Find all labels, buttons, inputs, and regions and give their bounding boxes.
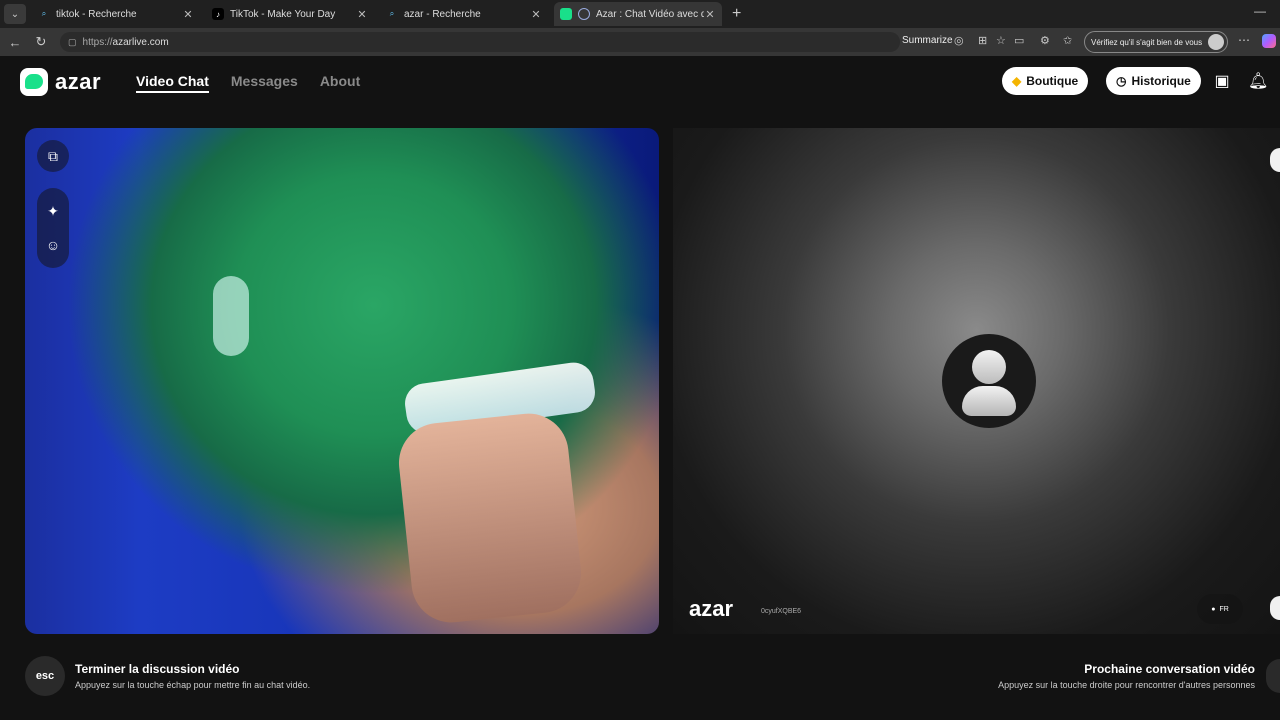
url-protocol: https:// bbox=[82, 36, 113, 48]
tiktok-icon: ♪ bbox=[212, 8, 224, 20]
refresh-icon[interactable]: ↻ bbox=[30, 34, 52, 50]
azar-logo-icon bbox=[20, 68, 48, 96]
avatar-head bbox=[972, 350, 1006, 384]
summarize-button[interactable]: Summarize bbox=[902, 35, 953, 46]
copilot-summarize-icon[interactable]: ◎ bbox=[954, 34, 964, 47]
azar-page: azar Video Chat Messages About ◆ Boutiqu… bbox=[0, 56, 1280, 720]
verify-label: Vérifiez qu'il s'agit bien de vous bbox=[1091, 37, 1203, 47]
inbox-icon[interactable]: ▣ bbox=[1212, 71, 1232, 91]
url-field[interactable]: ▢ https:// azarlive.com bbox=[60, 32, 900, 52]
clock-icon: ◷ bbox=[1116, 74, 1127, 88]
browser-tab[interactable]: ⌕ azar - Recherche ✕ bbox=[380, 2, 548, 26]
historique-button[interactable]: ◷ Historique bbox=[1106, 67, 1201, 95]
recording-icon bbox=[578, 8, 590, 20]
tab-actions-menu-button[interactable]: ⌄ bbox=[4, 4, 26, 24]
favorite-star-icon[interactable]: ☆ bbox=[996, 34, 1006, 47]
boutique-button[interactable]: ◆ Boutique bbox=[1002, 67, 1089, 95]
country-code: FR bbox=[1219, 605, 1229, 613]
effects-toolbar: ✦ ☺ bbox=[37, 188, 69, 268]
end-chat-description: Appuyez sur la touche échap pour mettre … bbox=[75, 680, 311, 690]
minimize-window-button[interactable]: — bbox=[1254, 4, 1266, 18]
main-nav: Video Chat Messages About bbox=[136, 73, 360, 93]
azar-logo[interactable]: azar bbox=[20, 68, 101, 96]
nav-video-chat[interactable]: Video Chat bbox=[136, 73, 209, 93]
tab-title: tiktok - Recherche bbox=[56, 8, 137, 20]
chat-side-button[interactable] bbox=[1270, 596, 1280, 620]
next-chat-description: Appuyez sur la touche droite pour rencon… bbox=[998, 680, 1255, 690]
person-icon: ● bbox=[1211, 605, 1216, 613]
local-video bbox=[25, 128, 659, 634]
face-filter-icon[interactable]: ☺ bbox=[37, 228, 69, 262]
close-tab-icon[interactable]: ✕ bbox=[530, 8, 542, 21]
remote-video: azar 0cyufXQBE6 ● FR bbox=[673, 128, 1280, 634]
remote-user-id: 0cyufXQBE6 bbox=[761, 608, 802, 615]
tab-title: Azar : Chat Vidéo avec de no bbox=[596, 8, 704, 20]
more-menu-icon[interactable]: ⋯ bbox=[1238, 33, 1250, 47]
search-icon: ⌕ bbox=[41, 9, 47, 18]
tab-title: azar - Recherche bbox=[404, 8, 481, 20]
historique-label: Historique bbox=[1131, 74, 1191, 88]
jersey-crest bbox=[213, 276, 249, 356]
close-tab-icon[interactable]: ✕ bbox=[182, 8, 194, 21]
browser-tab[interactable]: ♪ TikTok - Make Your Day ✕ bbox=[206, 2, 374, 26]
bell-icon[interactable]: 🔔︎ bbox=[1248, 71, 1268, 91]
logo-text: azar bbox=[55, 69, 102, 94]
browser-tab-active[interactable]: Azar : Chat Vidéo avec de no ✕ bbox=[554, 2, 722, 26]
nav-about[interactable]: About bbox=[320, 73, 360, 93]
boutique-label: Boutique bbox=[1026, 74, 1079, 88]
nav-messages[interactable]: Messages bbox=[231, 73, 298, 93]
url-host: azarlive.com bbox=[112, 36, 169, 48]
site-info-icon[interactable]: ▢ bbox=[68, 37, 77, 48]
avatar-body bbox=[962, 386, 1016, 416]
close-tab-icon[interactable]: ✕ bbox=[356, 8, 368, 21]
extensions-icon[interactable]: ⚙ bbox=[1040, 34, 1050, 47]
next-chat-button[interactable] bbox=[1266, 659, 1280, 693]
search-icon: ⌕ bbox=[389, 9, 395, 18]
tab-title: TikTok - Make Your Day bbox=[230, 8, 336, 20]
pip-toggle-icon[interactable]: ⧉ bbox=[37, 140, 69, 172]
camera-icon[interactable]: ▭ bbox=[1014, 34, 1024, 47]
remote-user-badge[interactable]: ● FR bbox=[1197, 594, 1243, 624]
browser-tab-bar: ⌄ ⌕ tiktok - Recherche ✕ ♪ TikTok - Make… bbox=[0, 0, 1280, 28]
profile-verify-button[interactable]: Vérifiez qu'il s'agit bien de vous bbox=[1084, 31, 1228, 53]
arm bbox=[395, 409, 585, 627]
next-chat-title: Prochaine conversation vidéo bbox=[1084, 662, 1255, 676]
gem-icon: ◆ bbox=[1012, 74, 1022, 88]
pip-toggle-container: ⧉ bbox=[37, 140, 69, 172]
profile-avatar bbox=[1208, 34, 1224, 50]
azar-watermark: azar bbox=[689, 596, 734, 621]
close-tab-icon[interactable]: ✕ bbox=[704, 8, 716, 21]
apps-icon[interactable]: ⊞ bbox=[978, 34, 987, 47]
default-avatar-icon bbox=[942, 334, 1036, 428]
azar-icon bbox=[560, 8, 572, 20]
new-tab-button[interactable]: + bbox=[732, 5, 741, 23]
copilot-icon[interactable] bbox=[1262, 34, 1276, 48]
favorites-icon[interactable]: ✩ bbox=[1063, 34, 1072, 47]
browser-tab[interactable]: ⌕ tiktok - Recherche ✕ bbox=[32, 2, 200, 26]
esc-key-button[interactable]: esc bbox=[25, 656, 65, 696]
magic-wand-icon[interactable]: ✦ bbox=[37, 194, 69, 228]
report-side-button[interactable] bbox=[1270, 148, 1280, 172]
end-chat-title: Terminer la discussion vidéo bbox=[75, 662, 240, 676]
back-arrow-icon[interactable]: ← bbox=[4, 35, 26, 50]
